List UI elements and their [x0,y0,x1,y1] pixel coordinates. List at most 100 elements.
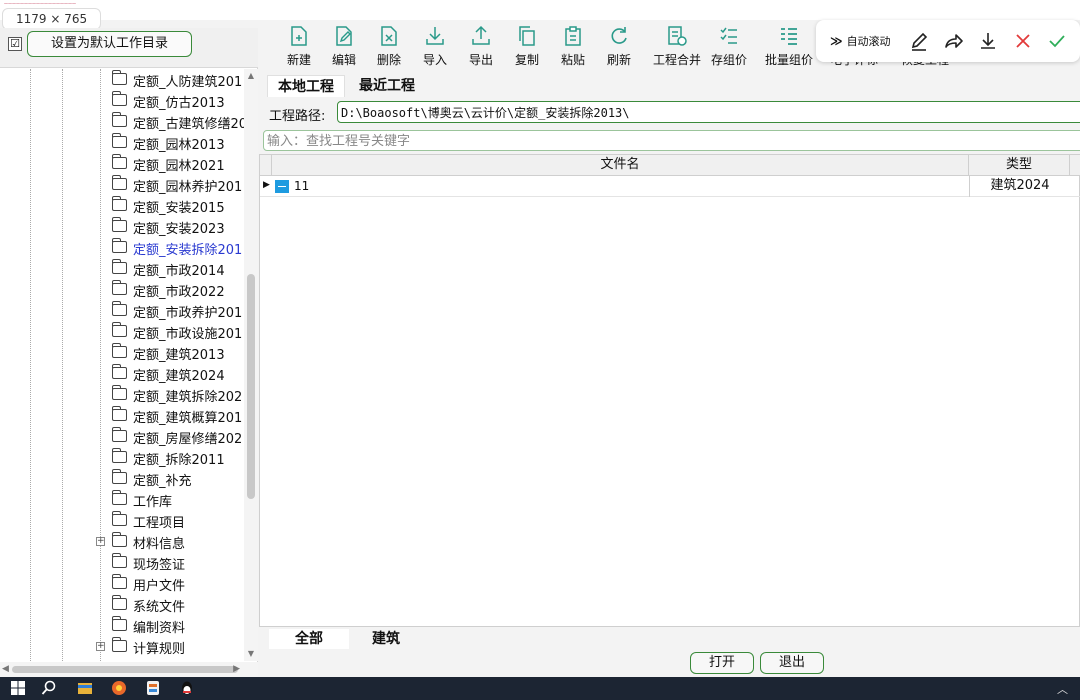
tree-item-label: 定额_房屋修缮202 [133,432,243,447]
export-icon [472,25,490,45]
tree-item[interactable]: 工作库 [0,489,244,510]
refresh-icon [611,27,627,44]
toolbar-button-copy[interactable]: 复制 [515,24,539,68]
tree-item[interactable]: + 材料信息 [0,531,244,552]
tree-item[interactable]: 用户文件 [0,573,244,594]
edit-icon [336,26,352,46]
folder-icon [112,469,127,484]
toolbar-button-label: 工程合并 [653,53,702,67]
tree-item[interactable]: 定额_园林养护201 [0,174,244,195]
tree-item[interactable]: 定额_人防建筑201 [0,69,244,90]
tree-item-label: 编制资料 [133,621,186,636]
expand-plus-icon[interactable]: + [96,537,105,546]
qq-app-icon[interactable] [179,680,195,696]
delete-icon [381,26,397,46]
confirm-check-icon[interactable] [1046,30,1068,52]
tree-item-label: 计算规则 [133,642,186,657]
tree-item-label: 定额_安装2015 [133,201,225,216]
scroll-left-arrow-icon[interactable]: ◀ [2,664,9,674]
action-buttons: 打开 退出 [259,649,1080,677]
tree-item-label: 定额_古建筑修缮20 [133,117,244,132]
taskbar-search-icon[interactable] [41,680,57,696]
folder-icon [112,196,127,211]
project-search-input[interactable] [263,130,1080,151]
scroll-up-arrow-icon[interactable]: ▲ [246,71,256,81]
toolbar-button-refresh[interactable]: 刷新 [607,24,631,68]
tree-horizontal-scroll-thumb[interactable] [12,666,238,673]
tree-item[interactable]: 定额_市政2022 [0,279,244,300]
tree-item[interactable]: 定额_仿古2013 [0,90,244,111]
tree-item[interactable]: 定额_园林2013 [0,132,244,153]
folder-icon [112,595,127,610]
tree-item[interactable]: 现场签证 [0,552,244,573]
table-row[interactable]: ▶ 11 建筑2024 [260,176,1080,197]
tree-item-label: 定额_建筑2013 [133,348,225,363]
tree-item-label: 定额_园林养护201 [133,180,243,195]
exit-button[interactable]: 退出 [760,652,824,674]
download-icon[interactable] [977,30,999,52]
open-button[interactable]: 打开 [690,652,754,674]
category-tab-building[interactable]: 建筑 [351,629,421,649]
window-title-strip: 一一一一一一一一一一一一一一一一一一 [4,1,76,6]
folder-icon [112,133,127,148]
toolbar-button-paste[interactable]: 粘贴 [561,24,585,68]
file-name-cell[interactable]: 11 [294,179,309,193]
toolbar-button-batch-price[interactable]: 批量组价 [765,24,813,68]
category-tab-all[interactable]: 全部 [269,629,349,649]
tray-expand-icon[interactable]: ︿ [1057,681,1068,697]
tree-item[interactable]: 系统文件 [0,594,244,615]
file-explorer-icon[interactable] [77,680,93,696]
tree-item[interactable]: 定额_古建筑修缮20 [0,111,244,132]
column-header-type[interactable]: 类型 [969,155,1070,176]
tree-item[interactable]: 定额_建筑概算201 [0,405,244,426]
tree-item[interactable]: 定额_市政设施201 [0,321,244,342]
tree-scroll-thumb[interactable] [247,274,255,499]
pricing-app-icon[interactable] [145,680,161,696]
folder-icon [112,301,127,316]
tree-item[interactable]: 定额_安装2015 [0,195,244,216]
tree-item[interactable]: 定额_市政养护201 [0,300,244,321]
expand-plus-icon[interactable]: + [96,642,105,651]
tree-item[interactable]: 定额_建筑2024 [0,363,244,384]
tree-horizontal-scrollbar[interactable]: ◀ ▶ [0,662,258,677]
tree-item[interactable]: 定额_安装拆除201 [0,237,244,258]
tree-item[interactable]: 定额_拆除2011 [0,447,244,468]
tree-item[interactable]: 定额_市政2014 [0,258,244,279]
scroll-down-arrow-icon[interactable]: ▼ [246,649,256,659]
tab-recent-projects[interactable]: 最近工程 [349,75,425,97]
tree-item[interactable]: 定额_建筑2013 [0,342,244,363]
folder-icon [112,427,127,442]
toolbar-button-export[interactable]: 导出 [469,24,493,68]
toolbar-button-edit[interactable]: 编辑 [332,24,356,68]
toolbar-button-merge[interactable]: 工程合并 [653,24,701,68]
set-default-directory-button[interactable]: 设置为默认工作目录 [27,31,192,57]
default-directory-checkbox[interactable]: ☑ [8,37,22,51]
tree-item[interactable]: 编制资料 [0,615,244,636]
tree-vertical-scrollbar[interactable]: ▲ ▼ [244,69,258,661]
project-path-field[interactable]: D:\Boaosoft\博奥云\云计价\定额_安装拆除2013\ [337,101,1080,123]
toolbar-button-import[interactable]: 导入 [423,24,447,68]
tree-item-label: 定额_市政养护201 [133,306,243,321]
tree-item[interactable]: + 计算规则 [0,636,244,657]
column-header-filename[interactable]: 文件名 [272,155,969,176]
file-type-cell[interactable]: 建筑2024 [969,176,1070,197]
tab-local-projects[interactable]: 本地工程 [267,75,345,97]
toolbar-button-new-file[interactable]: 新建 [287,24,311,68]
tree-item[interactable]: 工程项目 [0,510,244,531]
auto-scroll-button[interactable]: ≫ 自动滚动 [830,30,900,52]
pen-icon[interactable] [908,30,930,52]
toolbar-button-delete[interactable]: 删除 [377,24,401,68]
windows-start-icon[interactable] [10,680,26,696]
tree-item[interactable]: 定额_房屋修缮202 [0,426,244,447]
browser-app-icon[interactable] [111,680,127,696]
scroll-right-arrow-icon[interactable]: ▶ [233,664,240,674]
share-icon[interactable] [942,30,964,52]
copy-icon [519,26,535,46]
tree-item-label: 定额_市政设施201 [133,327,243,342]
tree-item[interactable]: 定额_园林2021 [0,153,244,174]
toolbar-button-save-price[interactable]: 存组价 [711,24,747,68]
close-icon[interactable] [1012,30,1034,52]
tree-item[interactable]: 定额_建筑拆除202 [0,384,244,405]
tree-item[interactable]: 定额_补充 [0,468,244,489]
tree-item[interactable]: 定额_安装2023 [0,216,244,237]
